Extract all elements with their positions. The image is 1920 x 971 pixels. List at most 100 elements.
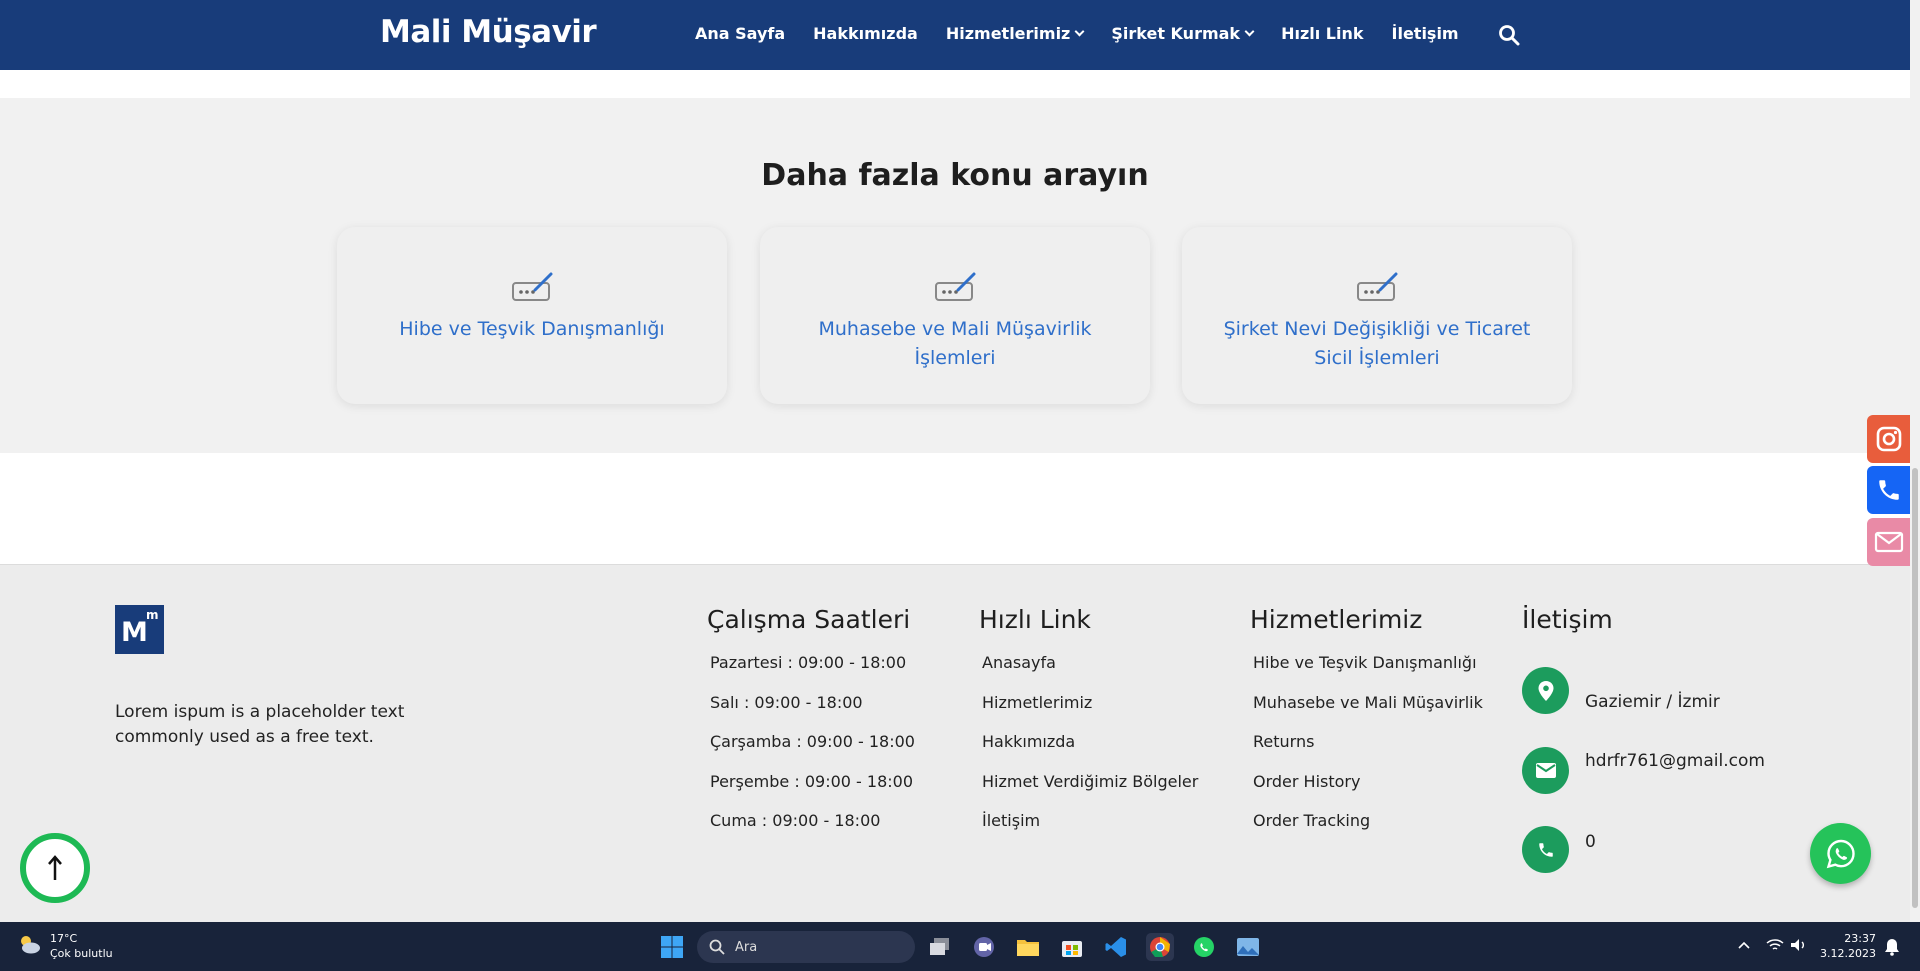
chevron-down-icon [1074, 26, 1085, 37]
search-icon [709, 939, 725, 955]
whatsapp-icon [1826, 839, 1855, 868]
phone-icon [1878, 480, 1899, 500]
nav-item-hizmetlerimiz[interactable]: Hizmetlerimiz [946, 24, 1085, 43]
contact-address: Gaziemir / İzmir [1522, 667, 1720, 714]
column-title: İletişim [1522, 605, 1613, 634]
store-icon [1062, 941, 1082, 957]
clock-time: 23:37 [1844, 932, 1876, 945]
vscode-icon [1105, 937, 1126, 957]
search-icon[interactable] [1498, 24, 1520, 46]
topic-card-label: Şirket Nevi Değişikliği ve Ticaret Sicil… [1223, 318, 1531, 369]
cloudy-weather-icon [21, 936, 40, 954]
mail-button[interactable] [1867, 518, 1910, 566]
footer-link-returns[interactable]: Returns [1253, 731, 1483, 771]
footer-logo[interactable]: M m [115, 605, 164, 654]
hours-item: Salı : 09:00 - 18:00 [710, 692, 863, 712]
nav-item-ana-sayfa[interactable]: Ana Sayfa [695, 24, 785, 43]
topic-card-sirket-nevi[interactable]: Şirket Nevi Değişikliği ve Ticaret Sicil… [1182, 227, 1572, 404]
nav-item-hakkimizda[interactable]: Hakkımızda [813, 24, 918, 43]
contact-column: İletişim Gaziemir / İzmir hdrfr761@gmail… [1522, 605, 1765, 895]
teams-button[interactable] [970, 933, 998, 961]
phone-icon [1522, 826, 1569, 873]
task-view-icon [930, 938, 949, 955]
topic-card-label: Muhasebe ve Mali Müşavirlik İşlemleri [818, 318, 1092, 369]
column-title: Çalışma Saatleri [707, 605, 911, 634]
system-clock[interactable]: 23:37 3.12.2023 [1820, 931, 1876, 961]
column-title: Hızlı Link [979, 605, 1091, 634]
nav-item-sirket-kurmak[interactable]: Şirket Kurmak [1111, 24, 1255, 43]
contact-address-text: Gaziemir / İzmir [1585, 691, 1720, 712]
volume-icon[interactable] [1790, 938, 1808, 952]
top-navbar: Mali Müşavir Ana Sayfa Hakkımızda Hizmet… [0, 0, 1910, 70]
mail-icon [1522, 747, 1569, 794]
arrow-up-icon [48, 855, 62, 880]
folder-icon [1017, 940, 1039, 956]
weather-widget[interactable]: 17°C Çok bulutlu [16, 931, 113, 961]
hours-item: Perşembe : 09:00 - 18:00 [710, 771, 913, 791]
section-title: Daha fazla konu arayın [761, 158, 1149, 193]
instagram-button[interactable] [1867, 415, 1910, 463]
footer-link-muhasebe[interactable]: Muhasebe ve Mali Müşavirlik [1253, 692, 1483, 732]
hours-item: Çarşamba : 09:00 - 18:00 [710, 732, 915, 751]
footer-link-order-tracking[interactable]: Order Tracking [1253, 810, 1483, 850]
wifi-icon[interactable] [1766, 938, 1784, 952]
whatsapp-icon [1194, 937, 1214, 957]
site-footer: M m Lorem ispum is a placeholder text co… [0, 564, 1910, 924]
task-view-button[interactable] [926, 933, 954, 961]
windows-logo-icon [661, 936, 683, 958]
taskbar-search[interactable]: Ara [697, 931, 915, 963]
hours-item: Cuma : 09:00 - 18:00 [710, 811, 881, 830]
weather-desc: Çok bulutlu [50, 947, 113, 960]
services-column: Hizmetlerimiz Hibe ve Teşvik Danışmanlığ… [1250, 605, 1483, 850]
nav-item-iletisim[interactable]: İletişim [1392, 24, 1459, 43]
more-topics-section: Daha fazla konu arayın Hibe ve Teşvik Da… [0, 98, 1910, 453]
footer-link-bolgeler[interactable]: Hizmet Verdiğimiz Bölgeler [982, 771, 1198, 811]
edit-field-icon [1357, 272, 1398, 301]
weather-temp: 17°C [50, 932, 78, 945]
photos-button[interactable] [1234, 933, 1262, 961]
hours-item: Pazartesi : 09:00 - 18:00 [710, 653, 907, 672]
start-button[interactable] [658, 933, 686, 961]
site-brand[interactable]: Mali Müşavir [380, 14, 597, 50]
taskbar-search-placeholder: Ara [735, 939, 758, 955]
footer-link-hizmetlerimiz[interactable]: Hizmetlerimiz [982, 692, 1198, 732]
whatsapp-app-button[interactable] [1190, 933, 1218, 961]
footer-link-hibe[interactable]: Hibe ve Teşvik Danışmanlığı [1253, 652, 1483, 692]
location-pin-icon [1522, 667, 1569, 714]
column-title: Hizmetlerimiz [1250, 605, 1423, 634]
notification-bell-icon[interactable] [1884, 938, 1900, 956]
quick-links-column: Hızlı Link Anasayfa Hizmetlerimiz Hakkım… [979, 605, 1198, 850]
chrome-button[interactable] [1146, 933, 1174, 961]
working-hours-column: Çalışma Saatleri Pazartesi : 09:00 - 18:… [707, 605, 915, 850]
scrollbar-thumb[interactable] [1912, 468, 1918, 908]
clock-date: 3.12.2023 [1820, 947, 1876, 960]
whatsapp-button[interactable] [1810, 823, 1871, 884]
chrome-icon [1150, 937, 1170, 957]
footer-link-order-history[interactable]: Order History [1253, 771, 1483, 811]
os-taskbar: 17°C Çok bulutlu Ara 23:37 3.12.2023 [0, 922, 1920, 971]
call-button[interactable] [1867, 466, 1910, 514]
topic-card-hibe[interactable]: Hibe ve Teşvik Danışmanlığı [337, 227, 727, 404]
topic-card-label: Hibe ve Teşvik Danışmanlığı [399, 318, 665, 340]
topic-card-muhasebe[interactable]: Muhasebe ve Mali Müşavirlik İşlemleri [760, 227, 1150, 404]
contact-phone[interactable]: 0 [1522, 826, 1596, 873]
footer-description: Lorem ispum is a placeholder text common… [115, 702, 405, 747]
footer-link-iletisim[interactable]: İletişim [982, 810, 1198, 850]
footer-link-anasayfa[interactable]: Anasayfa [982, 652, 1198, 692]
chevron-up-icon[interactable] [1737, 940, 1751, 950]
contact-email[interactable]: hdrfr761@gmail.com [1522, 747, 1765, 794]
instagram-icon [1876, 426, 1901, 452]
footer-link-hakkimizda[interactable]: Hakkımızda [982, 731, 1198, 771]
mail-icon [1874, 531, 1903, 553]
nav-menu: Ana Sayfa Hakkımızda Hizmetlerimiz Şirke… [695, 24, 1459, 43]
edit-field-icon [935, 272, 976, 301]
photos-icon [1237, 938, 1259, 956]
nav-item-hizli-link[interactable]: Hızlı Link [1281, 24, 1363, 43]
contact-email-text[interactable]: hdrfr761@gmail.com [1585, 751, 1765, 771]
store-button[interactable] [1058, 933, 1086, 961]
chevron-down-icon [1244, 26, 1255, 37]
contact-phone-text[interactable]: 0 [1585, 832, 1596, 852]
scroll-to-top-button[interactable] [20, 833, 90, 903]
vscode-button[interactable] [1102, 933, 1130, 961]
file-explorer-button[interactable] [1014, 933, 1042, 961]
